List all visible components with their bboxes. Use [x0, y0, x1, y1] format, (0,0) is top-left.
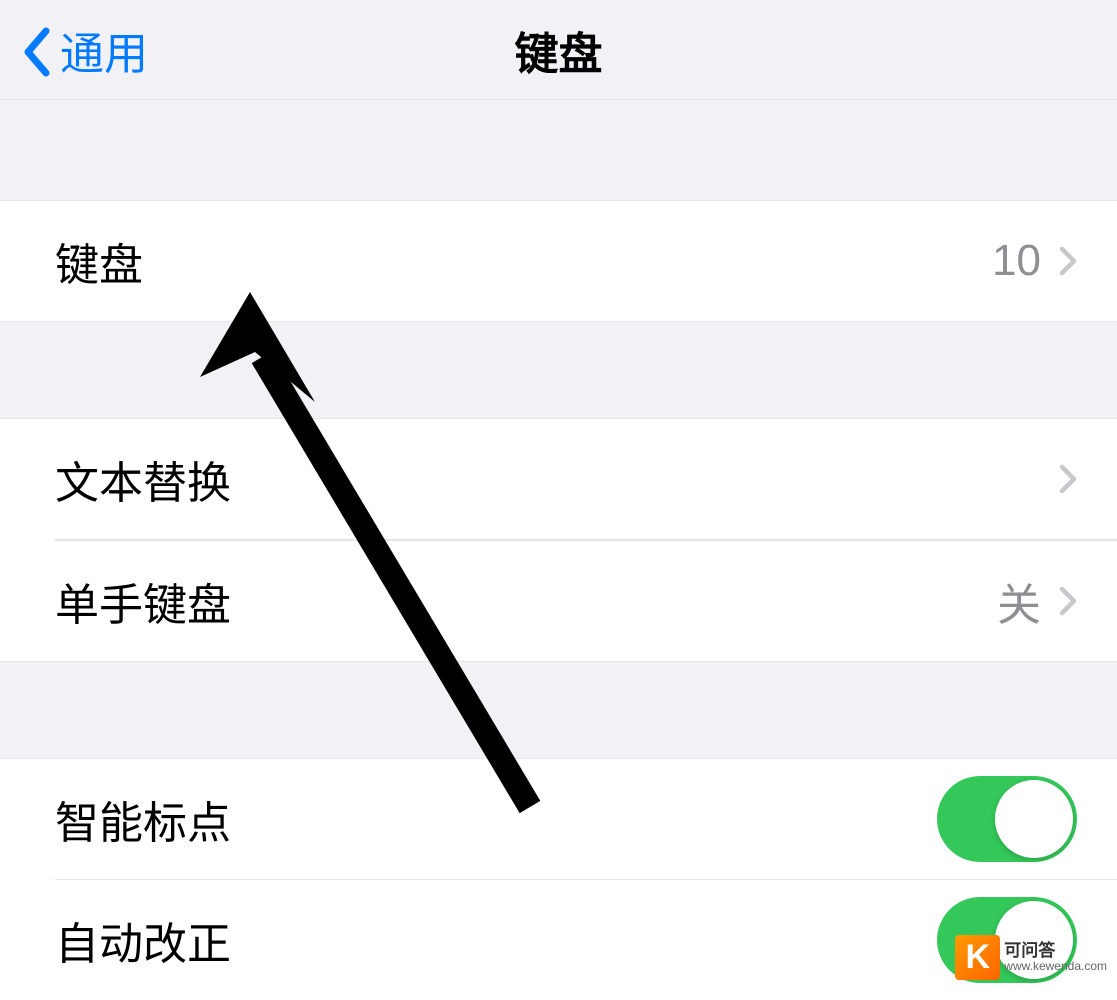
watermark-url: www.kewenda.com [1004, 960, 1107, 973]
row-label: 文本替换 [55, 447, 1059, 511]
back-label: 通用 [60, 18, 148, 82]
watermark: K 可问答 www.kewenda.com [955, 935, 1107, 980]
text-replacement-row[interactable]: 文本替换 [0, 419, 1117, 539]
watermark-title: 可问答 [1004, 942, 1107, 961]
section-spacer [0, 100, 1117, 200]
keyboards-row[interactable]: 键盘 10 [0, 201, 1117, 321]
chevron-right-icon [1059, 464, 1077, 494]
toggle-knob [995, 780, 1073, 858]
section-spacer [0, 662, 1117, 758]
back-button[interactable]: 通用 [20, 18, 148, 82]
row-label: 自动改正 [55, 908, 937, 972]
smart-punctuation-toggle[interactable] [937, 776, 1077, 862]
page-title: 键盘 [515, 18, 603, 82]
row-label: 单手键盘 [55, 569, 997, 633]
watermark-logo-icon: K [955, 935, 1000, 980]
auto-correction-row: 自动改正 [0, 880, 1117, 1000]
watermark-text: 可问答 www.kewenda.com [1004, 942, 1107, 974]
keyboards-section: 键盘 10 [0, 200, 1117, 322]
smart-punctuation-row: 智能标点 [0, 759, 1117, 879]
row-label: 智能标点 [55, 787, 937, 851]
section-spacer [0, 322, 1117, 418]
row-value: 关 [997, 569, 1041, 633]
chevron-right-icon [1059, 246, 1077, 276]
chevron-right-icon [1059, 586, 1077, 616]
nav-bar: 通用 键盘 [0, 0, 1117, 100]
toggles-section: 智能标点 自动改正 [0, 758, 1117, 1000]
chevron-left-icon [20, 27, 52, 77]
row-value: 10 [992, 236, 1041, 286]
one-handed-keyboard-row[interactable]: 单手键盘 关 [0, 541, 1117, 661]
text-section: 文本替换 单手键盘 关 [0, 418, 1117, 662]
row-label: 键盘 [55, 229, 992, 293]
